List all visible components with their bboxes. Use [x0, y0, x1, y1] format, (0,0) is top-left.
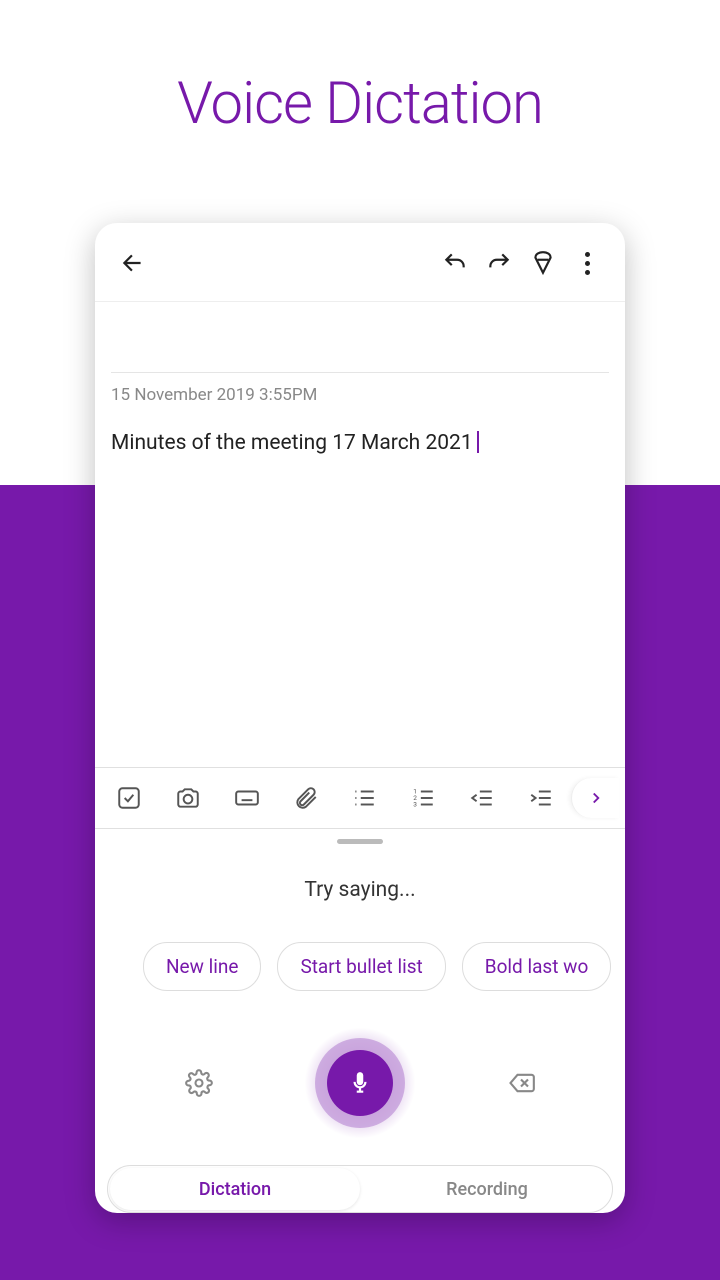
mode-tabs: Dictation Recording — [107, 1165, 613, 1213]
suggestion-chip[interactable]: Start bullet list — [277, 942, 445, 991]
undo-icon — [442, 250, 468, 276]
back-button[interactable] — [111, 241, 155, 285]
pen-button[interactable] — [521, 241, 565, 285]
undo-button[interactable] — [433, 241, 477, 285]
pen-icon — [530, 250, 556, 276]
format-more-button[interactable] — [571, 778, 619, 818]
indent-button[interactable] — [512, 778, 569, 818]
outdent-icon — [469, 785, 495, 811]
more-vertical-icon — [585, 252, 590, 275]
outdent-button[interactable] — [454, 778, 511, 818]
numbered-list-icon: 123 — [410, 785, 436, 811]
bullet-list-button[interactable] — [336, 778, 393, 818]
note-body: Minutes of the meeting 17 March 2021 — [111, 431, 473, 455]
indent-icon — [528, 785, 554, 811]
redo-icon — [486, 250, 512, 276]
paperclip-icon — [293, 785, 319, 811]
tab-recording[interactable]: Recording — [362, 1166, 612, 1212]
backspace-button[interactable] — [499, 1061, 543, 1105]
suggestion-chips: New line Start bullet list Bold last wo — [95, 942, 625, 991]
svg-text:3: 3 — [413, 801, 417, 809]
keyboard-button[interactable] — [219, 778, 276, 818]
checkbox-button[interactable] — [101, 778, 158, 818]
suggestion-chip[interactable]: New line — [143, 942, 261, 991]
more-button[interactable] — [565, 241, 609, 285]
app-toolbar — [95, 223, 625, 302]
format-toolbar: 123 — [95, 767, 625, 829]
settings-button[interactable] — [177, 1061, 221, 1105]
camera-icon — [175, 785, 201, 811]
gear-icon — [185, 1069, 213, 1097]
camera-button[interactable] — [160, 778, 217, 818]
page-headline: Voice Dictation — [0, 0, 720, 138]
bullet-list-icon — [351, 785, 377, 811]
mic-button[interactable] — [304, 1027, 416, 1139]
note-content-area[interactable]: 15 November 2019 3:55PM Minutes of the m… — [95, 302, 625, 767]
microphone-icon — [347, 1070, 373, 1096]
arrow-left-icon — [120, 250, 146, 276]
redo-button[interactable] — [477, 241, 521, 285]
numbered-list-button[interactable]: 123 — [395, 778, 452, 818]
attach-button[interactable] — [277, 778, 334, 818]
backspace-icon — [507, 1069, 535, 1097]
dictation-panel: Try saying... New line Start bullet list… — [95, 829, 625, 1213]
tab-dictation[interactable]: Dictation — [110, 1168, 360, 1210]
text-cursor — [477, 431, 479, 453]
phone-frame: 15 November 2019 3:55PM Minutes of the m… — [95, 223, 625, 1213]
dictation-prompt: Try saying... — [304, 878, 415, 902]
chevron-right-icon — [587, 789, 605, 807]
suggestion-chip[interactable]: Bold last wo — [462, 942, 612, 991]
checkbox-icon — [116, 785, 142, 811]
note-timestamp: 15 November 2019 3:55PM — [111, 385, 609, 405]
keyboard-icon — [234, 785, 260, 811]
drag-handle[interactable] — [337, 839, 383, 844]
